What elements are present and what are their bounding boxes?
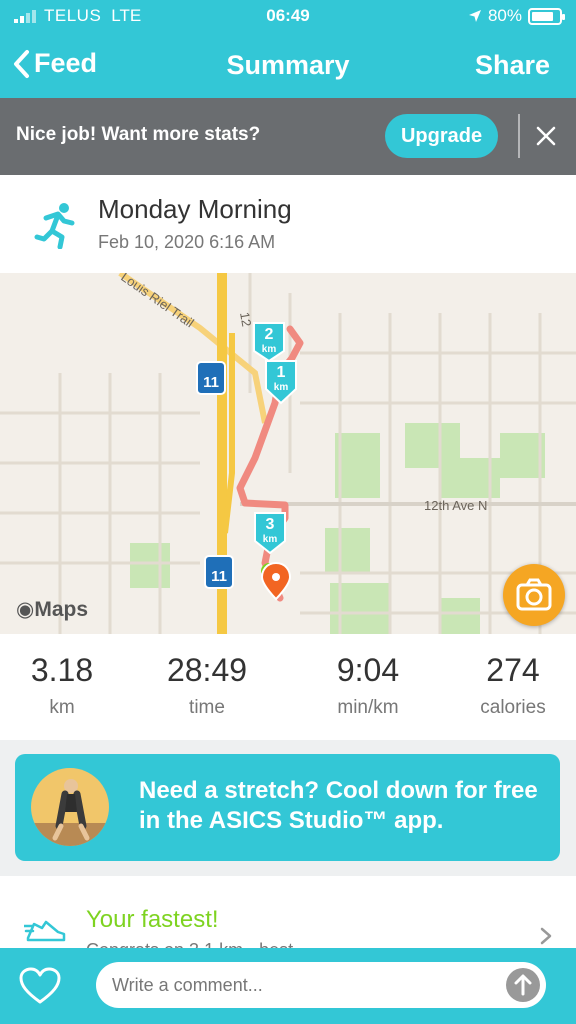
stat-time: 28:49 time — [137, 652, 277, 719]
street-label-louis-riel: Louis Riel Trail — [118, 273, 197, 330]
maps-label: Maps — [34, 598, 89, 621]
battery-icon — [528, 7, 565, 25]
share-button[interactable]: Share — [475, 50, 550, 81]
fastest-row[interactable]: Your fastest! Congrats on 3.1 km - best — [0, 876, 576, 960]
send-button[interactable] — [506, 968, 540, 1002]
svg-text:km: km — [263, 534, 278, 545]
highway-shield-icon: 11 — [196, 361, 226, 395]
highway-number: 11 — [203, 374, 219, 391]
apple-icon: ◉ — [16, 598, 35, 621]
activity-header: Monday Morning Feb 10, 2020 6:16 AM — [0, 175, 576, 273]
stat-value: 274 — [486, 652, 540, 688]
stat-distance: 3.18 km — [0, 652, 132, 719]
nav-bar: Feed Summary Share — [0, 40, 576, 90]
highway-shield-icon: 11 — [204, 555, 234, 589]
stat-calories: 274 calories — [443, 652, 576, 719]
park-area — [325, 528, 370, 573]
activity-title: Monday Morning — [98, 194, 292, 224]
stat-label: km — [49, 697, 75, 718]
street-label-12th-ave: 12th Ave N — [424, 498, 487, 513]
comment-bar — [0, 948, 576, 1024]
stats-row: 3.18 km 28:49 time 9:04 min/km 274 calor… — [0, 634, 576, 740]
map-canvas: 11 11 Louis Riel Trail 12 12th Ave N 2 k… — [0, 273, 576, 634]
upgrade-promo: Nice job! Want more stats? Upgrade — [0, 98, 576, 175]
stat-value: 9:04 — [336, 652, 400, 688]
battery-percent: 80% — [487, 6, 522, 25]
svg-text:3: 3 — [266, 516, 275, 533]
stat-pace: 9:04 min/km — [298, 652, 438, 719]
status-right: 80% — [468, 6, 565, 26]
comment-input[interactable] — [112, 962, 492, 1008]
park-area — [130, 543, 170, 588]
header: TELUS LTE 06:49 80% Feed Summary Share — [0, 0, 576, 98]
upgrade-button[interactable]: Upgrade — [385, 114, 498, 158]
park-area — [335, 433, 380, 498]
send-arrow-icon — [514, 974, 532, 996]
status-bar: TELUS LTE 06:49 80% — [0, 0, 576, 32]
camera-icon — [516, 578, 552, 611]
stat-value: 28:49 — [166, 652, 248, 688]
svg-text:2: 2 — [265, 326, 274, 343]
runner-icon — [34, 203, 75, 249]
maps-attribution: ◉Maps — [16, 597, 88, 622]
heart-icon[interactable] — [18, 966, 62, 1006]
location-pin-icon — [260, 561, 292, 601]
close-icon[interactable] — [532, 122, 560, 150]
stretch-figure-icon — [31, 779, 109, 846]
stat-label: calories — [480, 697, 546, 718]
stat-label: time — [189, 697, 225, 718]
stat-label: min/km — [337, 697, 399, 718]
park-area — [500, 433, 545, 478]
camera-button[interactable] — [503, 564, 565, 626]
km-marker-2: 2 km — [253, 322, 285, 363]
svg-text:km: km — [274, 382, 289, 393]
promo-text: Nice job! Want more stats? — [16, 124, 261, 145]
route-map[interactable]: 11 11 Louis Riel Trail 12 12th Ave N 2 k… — [0, 273, 576, 634]
km-marker-3: 3 km — [254, 512, 286, 555]
svg-text:1: 1 — [277, 364, 286, 381]
chevron-right-icon — [540, 927, 552, 945]
studio-banner-text: Need a stretch? Cool down for free in th… — [139, 777, 538, 834]
fastest-title: Your fastest! — [86, 906, 219, 933]
battery-level — [532, 11, 553, 21]
promo-divider — [518, 114, 520, 158]
studio-avatar — [31, 768, 109, 846]
svg-text:km: km — [262, 344, 277, 355]
street-label-12: 12 — [237, 311, 254, 328]
stat-value: 3.18 — [30, 652, 94, 688]
shoe-icon — [24, 920, 66, 942]
comment-box — [96, 962, 546, 1008]
highway-number: 11 — [211, 568, 227, 585]
activity-date: Feb 10, 2020 6:16 AM — [98, 232, 276, 252]
studio-banner[interactable]: Need a stretch? Cool down for free in th… — [15, 754, 560, 861]
location-arrow-icon — [468, 10, 481, 22]
park-area — [440, 598, 480, 634]
